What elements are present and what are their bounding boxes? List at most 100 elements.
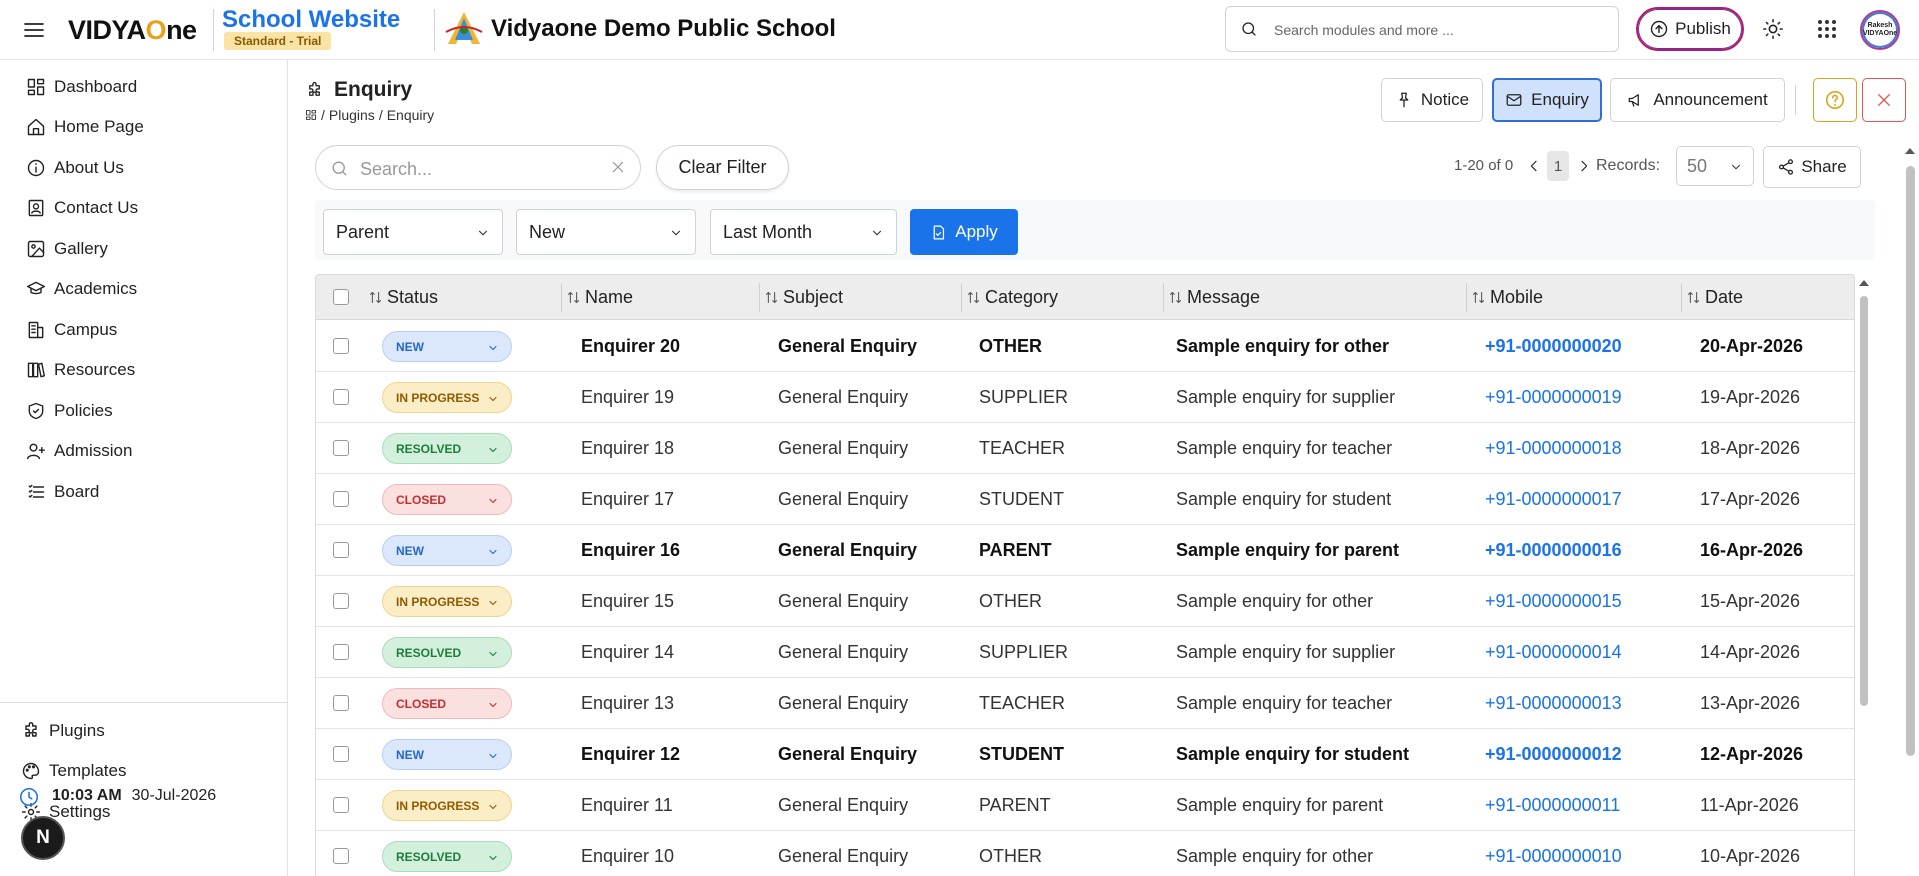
sidebar-item-templates[interactable]: Templates xyxy=(21,761,126,781)
row-checkbox[interactable] xyxy=(333,695,349,711)
table-row[interactable]: NEW Enquirer 20 General Enquiry OTHER Sample… xyxy=(316,321,1854,372)
status-dropdown[interactable]: NEW xyxy=(382,535,512,566)
column-header-status[interactable]: Status xyxy=(368,287,438,308)
status-dropdown[interactable]: RESOLVED xyxy=(382,433,512,464)
global-search-input[interactable]: Search modules and more ... xyxy=(1225,6,1619,52)
column-header-date[interactable]: Date xyxy=(1686,287,1743,308)
sidebar-item-dashboard[interactable]: Dashboard xyxy=(26,77,137,97)
help-button[interactable] xyxy=(1813,78,1857,122)
clear-search-icon[interactable] xyxy=(610,159,626,175)
table-search-input[interactable]: Search... xyxy=(315,145,641,190)
cell-mobile[interactable]: +91-0000000019 xyxy=(1485,387,1622,408)
table-scrollbar[interactable] xyxy=(1859,278,1869,876)
row-checkbox[interactable] xyxy=(333,593,349,609)
clear-filter-button[interactable]: Clear Filter xyxy=(656,145,789,190)
row-checkbox[interactable] xyxy=(333,644,349,660)
cell-mobile[interactable]: +91-0000000011 xyxy=(1485,795,1620,816)
status-dropdown[interactable]: NEW xyxy=(382,331,512,362)
sidebar-item-campus[interactable]: Campus xyxy=(26,320,117,340)
cell-mobile[interactable]: +91-0000000016 xyxy=(1485,540,1622,561)
apply-button[interactable]: Apply xyxy=(910,209,1018,255)
close-button[interactable] xyxy=(1862,78,1906,122)
toolbar-divider xyxy=(1795,85,1796,115)
dashboard-icon[interactable] xyxy=(305,109,317,121)
chevron-left-icon[interactable] xyxy=(1526,158,1542,174)
sidebar-item-board[interactable]: Board xyxy=(26,482,99,502)
row-checkbox[interactable] xyxy=(333,389,349,405)
column-header-subject[interactable]: Subject xyxy=(764,287,843,308)
status-dropdown[interactable]: IN PROGRESS xyxy=(382,382,512,413)
table-row[interactable]: IN PROGRESS Enquirer 19 General Enquiry SUP… xyxy=(316,372,1854,423)
sidebar-item-contact-us[interactable]: Contact Us xyxy=(26,198,138,218)
current-page[interactable]: 1 xyxy=(1547,151,1569,181)
status-filter-select[interactable]: New xyxy=(516,209,696,255)
user-avatar[interactable]: Rakesh VIDYAOne xyxy=(1860,10,1900,50)
publish-button[interactable]: Publish xyxy=(1636,7,1744,51)
status-dropdown[interactable]: CLOSED xyxy=(382,484,512,515)
table-row[interactable]: IN PROGRESS Enquirer 11 General Enquiry PAR… xyxy=(316,780,1854,831)
breadcrumb-plugins[interactable]: Plugins xyxy=(329,107,375,123)
cell-message: Sample enquiry for supplier xyxy=(1176,642,1396,662)
row-checkbox[interactable] xyxy=(333,440,349,456)
apps-grid-icon[interactable] xyxy=(1816,18,1838,40)
records-per-page-select[interactable]: 50 xyxy=(1676,146,1754,186)
status-dropdown[interactable]: NEW xyxy=(382,739,512,770)
scroll-up-arrow-icon[interactable] xyxy=(1905,148,1915,154)
cell-mobile[interactable]: +91-0000000020 xyxy=(1485,336,1622,357)
sidebar-item-gallery[interactable]: Gallery xyxy=(26,239,108,259)
status-dropdown[interactable]: RESOLVED xyxy=(382,637,512,668)
cell-mobile[interactable]: +91-0000000014 xyxy=(1485,642,1622,663)
row-checkbox[interactable] xyxy=(333,848,349,864)
column-header-category[interactable]: Category xyxy=(966,287,1058,308)
status-dropdown[interactable]: IN PROGRESS xyxy=(382,586,512,617)
table-scrollbar-thumb[interactable] xyxy=(1860,296,1868,706)
sidebar-item-policies[interactable]: Policies xyxy=(26,401,113,421)
scroll-up-arrow-icon[interactable] xyxy=(1859,280,1869,286)
table-row[interactable]: CLOSED Enquirer 13 General Enquiry TEACHER S… xyxy=(316,678,1854,729)
table-row[interactable]: IN PROGRESS Enquirer 15 General Enquiry OTH… xyxy=(316,576,1854,627)
cell-mobile[interactable]: +91-0000000017 xyxy=(1485,489,1622,510)
notice-button[interactable]: Notice xyxy=(1381,78,1483,122)
row-checkbox[interactable] xyxy=(333,491,349,507)
table-row[interactable]: RESOLVED Enquirer 14 General Enquiry SUPPLI… xyxy=(316,627,1854,678)
sidebar-item-home-page[interactable]: Home Page xyxy=(26,117,144,137)
announcement-button[interactable]: Announcement xyxy=(1610,78,1785,122)
brand-logo[interactable]: VIDYAOne xyxy=(68,15,197,46)
sidebar-item-resources[interactable]: Resources xyxy=(26,360,135,380)
status-dropdown[interactable]: CLOSED xyxy=(382,688,512,719)
period-filter-select[interactable]: Last Month xyxy=(710,209,897,255)
status-dropdown[interactable]: IN PROGRESS xyxy=(382,790,512,821)
cell-mobile[interactable]: +91-0000000012 xyxy=(1485,744,1622,765)
cell-mobile[interactable]: +91-0000000010 xyxy=(1485,846,1622,867)
row-checkbox[interactable] xyxy=(333,797,349,813)
sidebar-item-about-us[interactable]: About Us xyxy=(26,158,124,178)
row-checkbox[interactable] xyxy=(333,338,349,354)
column-header-mobile[interactable]: Mobile xyxy=(1471,287,1543,308)
status-dropdown[interactable]: RESOLVED xyxy=(382,841,512,872)
cell-mobile[interactable]: +91-0000000015 xyxy=(1485,591,1622,612)
page-scrollbar[interactable] xyxy=(1903,140,1917,876)
sidebar-item-academics[interactable]: Academics xyxy=(26,279,137,299)
chevron-right-icon[interactable] xyxy=(1576,158,1592,174)
table-row[interactable]: RESOLVED Enquirer 18 General Enquiry TEACHE… xyxy=(316,423,1854,474)
sidebar-item-admission[interactable]: Admission xyxy=(26,441,132,461)
table-row[interactable]: NEW Enquirer 16 General Enquiry PARENT Sampl… xyxy=(316,525,1854,576)
share-button[interactable]: Share xyxy=(1763,146,1861,188)
notification-bubble[interactable]: N xyxy=(21,816,65,860)
row-checkbox[interactable] xyxy=(333,746,349,762)
column-header-message[interactable]: Message xyxy=(1168,287,1260,308)
theme-sun-icon[interactable] xyxy=(1762,18,1784,40)
hamburger-menu-icon[interactable] xyxy=(22,18,46,42)
table-row[interactable]: RESOLVED Enquirer 10 General Enquiry OTHER S… xyxy=(316,831,1854,876)
cell-mobile[interactable]: +91-0000000013 xyxy=(1485,693,1622,714)
table-row[interactable]: NEW Enquirer 12 General Enquiry STUDENT Samp… xyxy=(316,729,1854,780)
row-checkbox[interactable] xyxy=(333,542,349,558)
column-header-name[interactable]: Name xyxy=(566,287,633,308)
select-all-checkbox[interactable] xyxy=(333,289,349,305)
cell-mobile[interactable]: +91-0000000018 xyxy=(1485,438,1622,459)
enquiry-button[interactable]: Enquiry xyxy=(1492,78,1602,122)
page-scrollbar-thumb[interactable] xyxy=(1906,166,1915,756)
type-filter-select[interactable]: Parent xyxy=(323,209,503,255)
sidebar-item-plugins[interactable]: Plugins xyxy=(21,721,105,741)
table-row[interactable]: CLOSED Enquirer 17 General Enquiry STUDENT S… xyxy=(316,474,1854,525)
